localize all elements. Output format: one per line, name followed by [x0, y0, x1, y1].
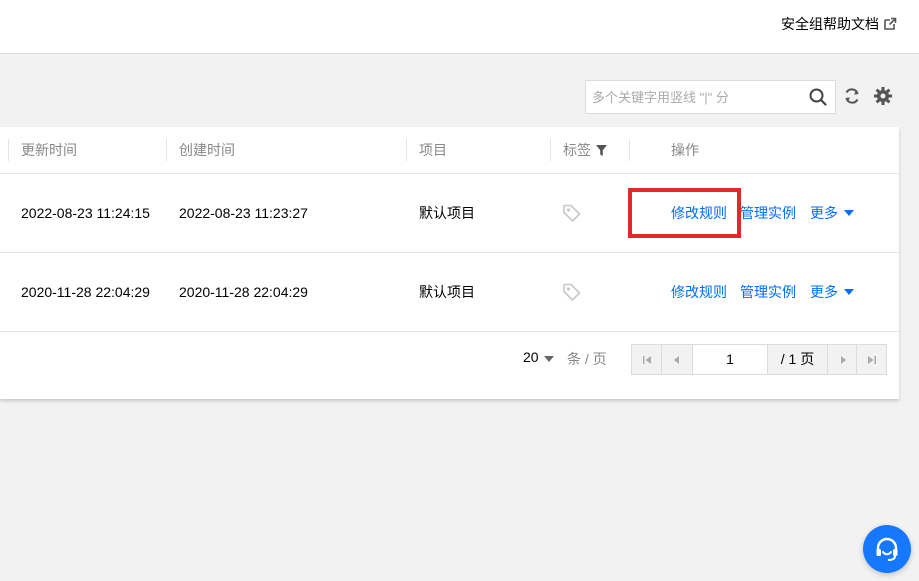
first-page-button[interactable]: [632, 345, 662, 374]
column-divider: [406, 139, 407, 161]
edit-rules-link[interactable]: 修改规则: [671, 253, 727, 331]
created-time: 2020-11-28 22:04:29: [179, 284, 308, 300]
top-bar: 安全组帮助文档: [0, 0, 919, 54]
updated-time: 2022-08-23 11:24:15: [21, 205, 150, 221]
tag-icon[interactable]: [562, 282, 582, 302]
column-divider: [8, 139, 9, 161]
next-page-button[interactable]: [827, 345, 857, 374]
more-dropdown[interactable]: 更多: [810, 174, 854, 252]
column-divider: [629, 139, 630, 161]
last-page-button[interactable]: [856, 345, 886, 374]
column-divider: [550, 139, 551, 161]
search-icon[interactable]: [809, 88, 827, 106]
filter-icon[interactable]: [596, 145, 607, 156]
manage-instances-link[interactable]: 管理实例: [740, 253, 796, 331]
column-header-tag: 标签: [563, 127, 607, 173]
pagination: 1 / 1 页: [631, 344, 887, 375]
column-header-updated: 更新时间: [21, 142, 77, 158]
table-header: 更新时间 创建时间 项目 标签 操作: [0, 127, 899, 174]
caret-down-icon: [844, 210, 854, 216]
caret-down-icon: [844, 289, 854, 295]
page-size-value: 20: [523, 349, 539, 365]
updated-time: 2020-11-28 22:04:29: [21, 284, 150, 300]
project: 默认项目: [419, 284, 475, 300]
search-box: [585, 80, 836, 114]
more-dropdown[interactable]: 更多: [810, 253, 854, 331]
external-link-icon: [884, 17, 897, 30]
more-label: 更多: [810, 205, 838, 221]
created-time: 2022-08-23 11:23:27: [179, 205, 308, 221]
column-header-actions: 操作: [671, 142, 699, 158]
highlight-box: [628, 188, 741, 238]
page-number-input[interactable]: 1: [692, 345, 768, 374]
next-page-icon: [840, 355, 846, 364]
project: 默认项目: [419, 205, 475, 221]
page-size-select[interactable]: 20: [523, 349, 554, 369]
help-doc-label: 安全组帮助文档: [781, 16, 879, 32]
last-page-icon: [867, 355, 876, 364]
column-header-created: 创建时间: [179, 142, 235, 158]
tag-icon[interactable]: [562, 203, 582, 223]
security-group-table-panel: 更新时间 创建时间 项目 标签 操作 2022-08-23 11:24:15 2…: [0, 127, 899, 399]
first-page-icon: [642, 355, 651, 364]
headset-icon: [876, 537, 898, 561]
more-label: 更多: [810, 284, 838, 300]
column-header-tag-label: 标签: [563, 142, 591, 158]
refresh-icon[interactable]: [842, 86, 862, 106]
table-row: 2022-08-23 11:24:15 2022-08-23 11:23:27 …: [0, 174, 899, 253]
prev-page-button[interactable]: [662, 345, 692, 374]
customer-support-button[interactable]: [863, 525, 911, 573]
table-row: 2020-11-28 22:04:29 2020-11-28 22:04:29 …: [0, 253, 899, 332]
manage-instances-link[interactable]: 管理实例: [740, 174, 796, 252]
prev-page-icon: [674, 355, 679, 364]
search-input[interactable]: [586, 81, 801, 113]
page-size-unit: 条 / 页: [567, 351, 607, 367]
column-divider: [166, 139, 167, 161]
settings-icon[interactable]: [873, 86, 893, 106]
column-header-project: 项目: [419, 142, 447, 158]
help-doc-link[interactable]: 安全组帮助文档: [781, 14, 897, 34]
page-total: / 1 页: [780, 351, 815, 367]
caret-down-icon: [543, 356, 554, 362]
